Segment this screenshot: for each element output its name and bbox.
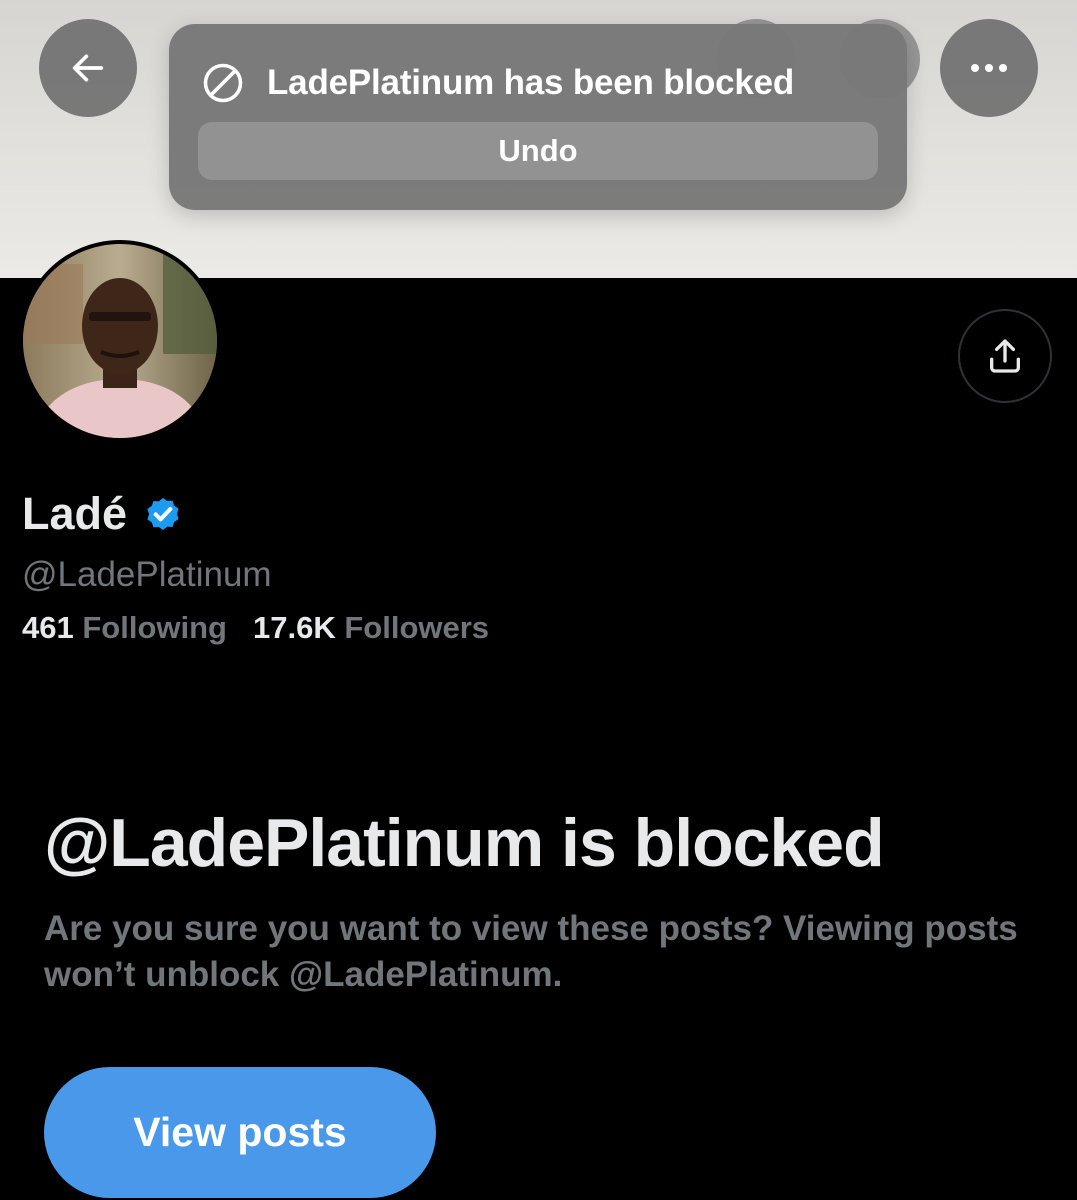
- back-arrow-icon: [72, 54, 104, 82]
- verified-badge-icon[interactable]: [141, 492, 185, 536]
- back-button[interactable]: [39, 19, 137, 117]
- avatar-photo: [23, 244, 217, 438]
- more-options-button[interactable]: [940, 19, 1038, 117]
- followers-label: Followers: [344, 610, 490, 645]
- toast-message-row: LadePlatinum has been blocked: [201, 58, 887, 108]
- blocked-description: Are you sure you want to view these post…: [44, 909, 1018, 994]
- share-upload-icon: [990, 339, 1020, 373]
- followers-stat[interactable]: 17.6K Followers: [253, 610, 489, 646]
- following-count: 461: [22, 610, 74, 645]
- more-horizontal-icon: [971, 64, 1007, 72]
- blocked-toast: LadePlatinum has been blocked Undo: [169, 24, 907, 210]
- profile-name: Ladé: [22, 488, 128, 539]
- avatar-frame: [19, 240, 221, 442]
- blocked-title: @LadePlatinum is blocked: [44, 805, 885, 881]
- profile-stats: 461 Following 17.6K Followers: [22, 610, 489, 646]
- undo-button[interactable]: Undo: [198, 122, 878, 180]
- share-button[interactable]: [958, 309, 1052, 403]
- blocked-icon: [203, 63, 243, 103]
- following-stat[interactable]: 461 Following: [22, 610, 227, 646]
- profile-handle: @LadePlatinum: [22, 555, 272, 594]
- view-posts-button[interactable]: View posts: [44, 1067, 436, 1198]
- profile-name-row: Ladé: [22, 488, 185, 540]
- toast-message: LadePlatinum has been blocked: [267, 63, 795, 102]
- avatar[interactable]: [23, 244, 217, 438]
- followers-count: 17.6K: [253, 610, 336, 645]
- following-label: Following: [82, 610, 227, 645]
